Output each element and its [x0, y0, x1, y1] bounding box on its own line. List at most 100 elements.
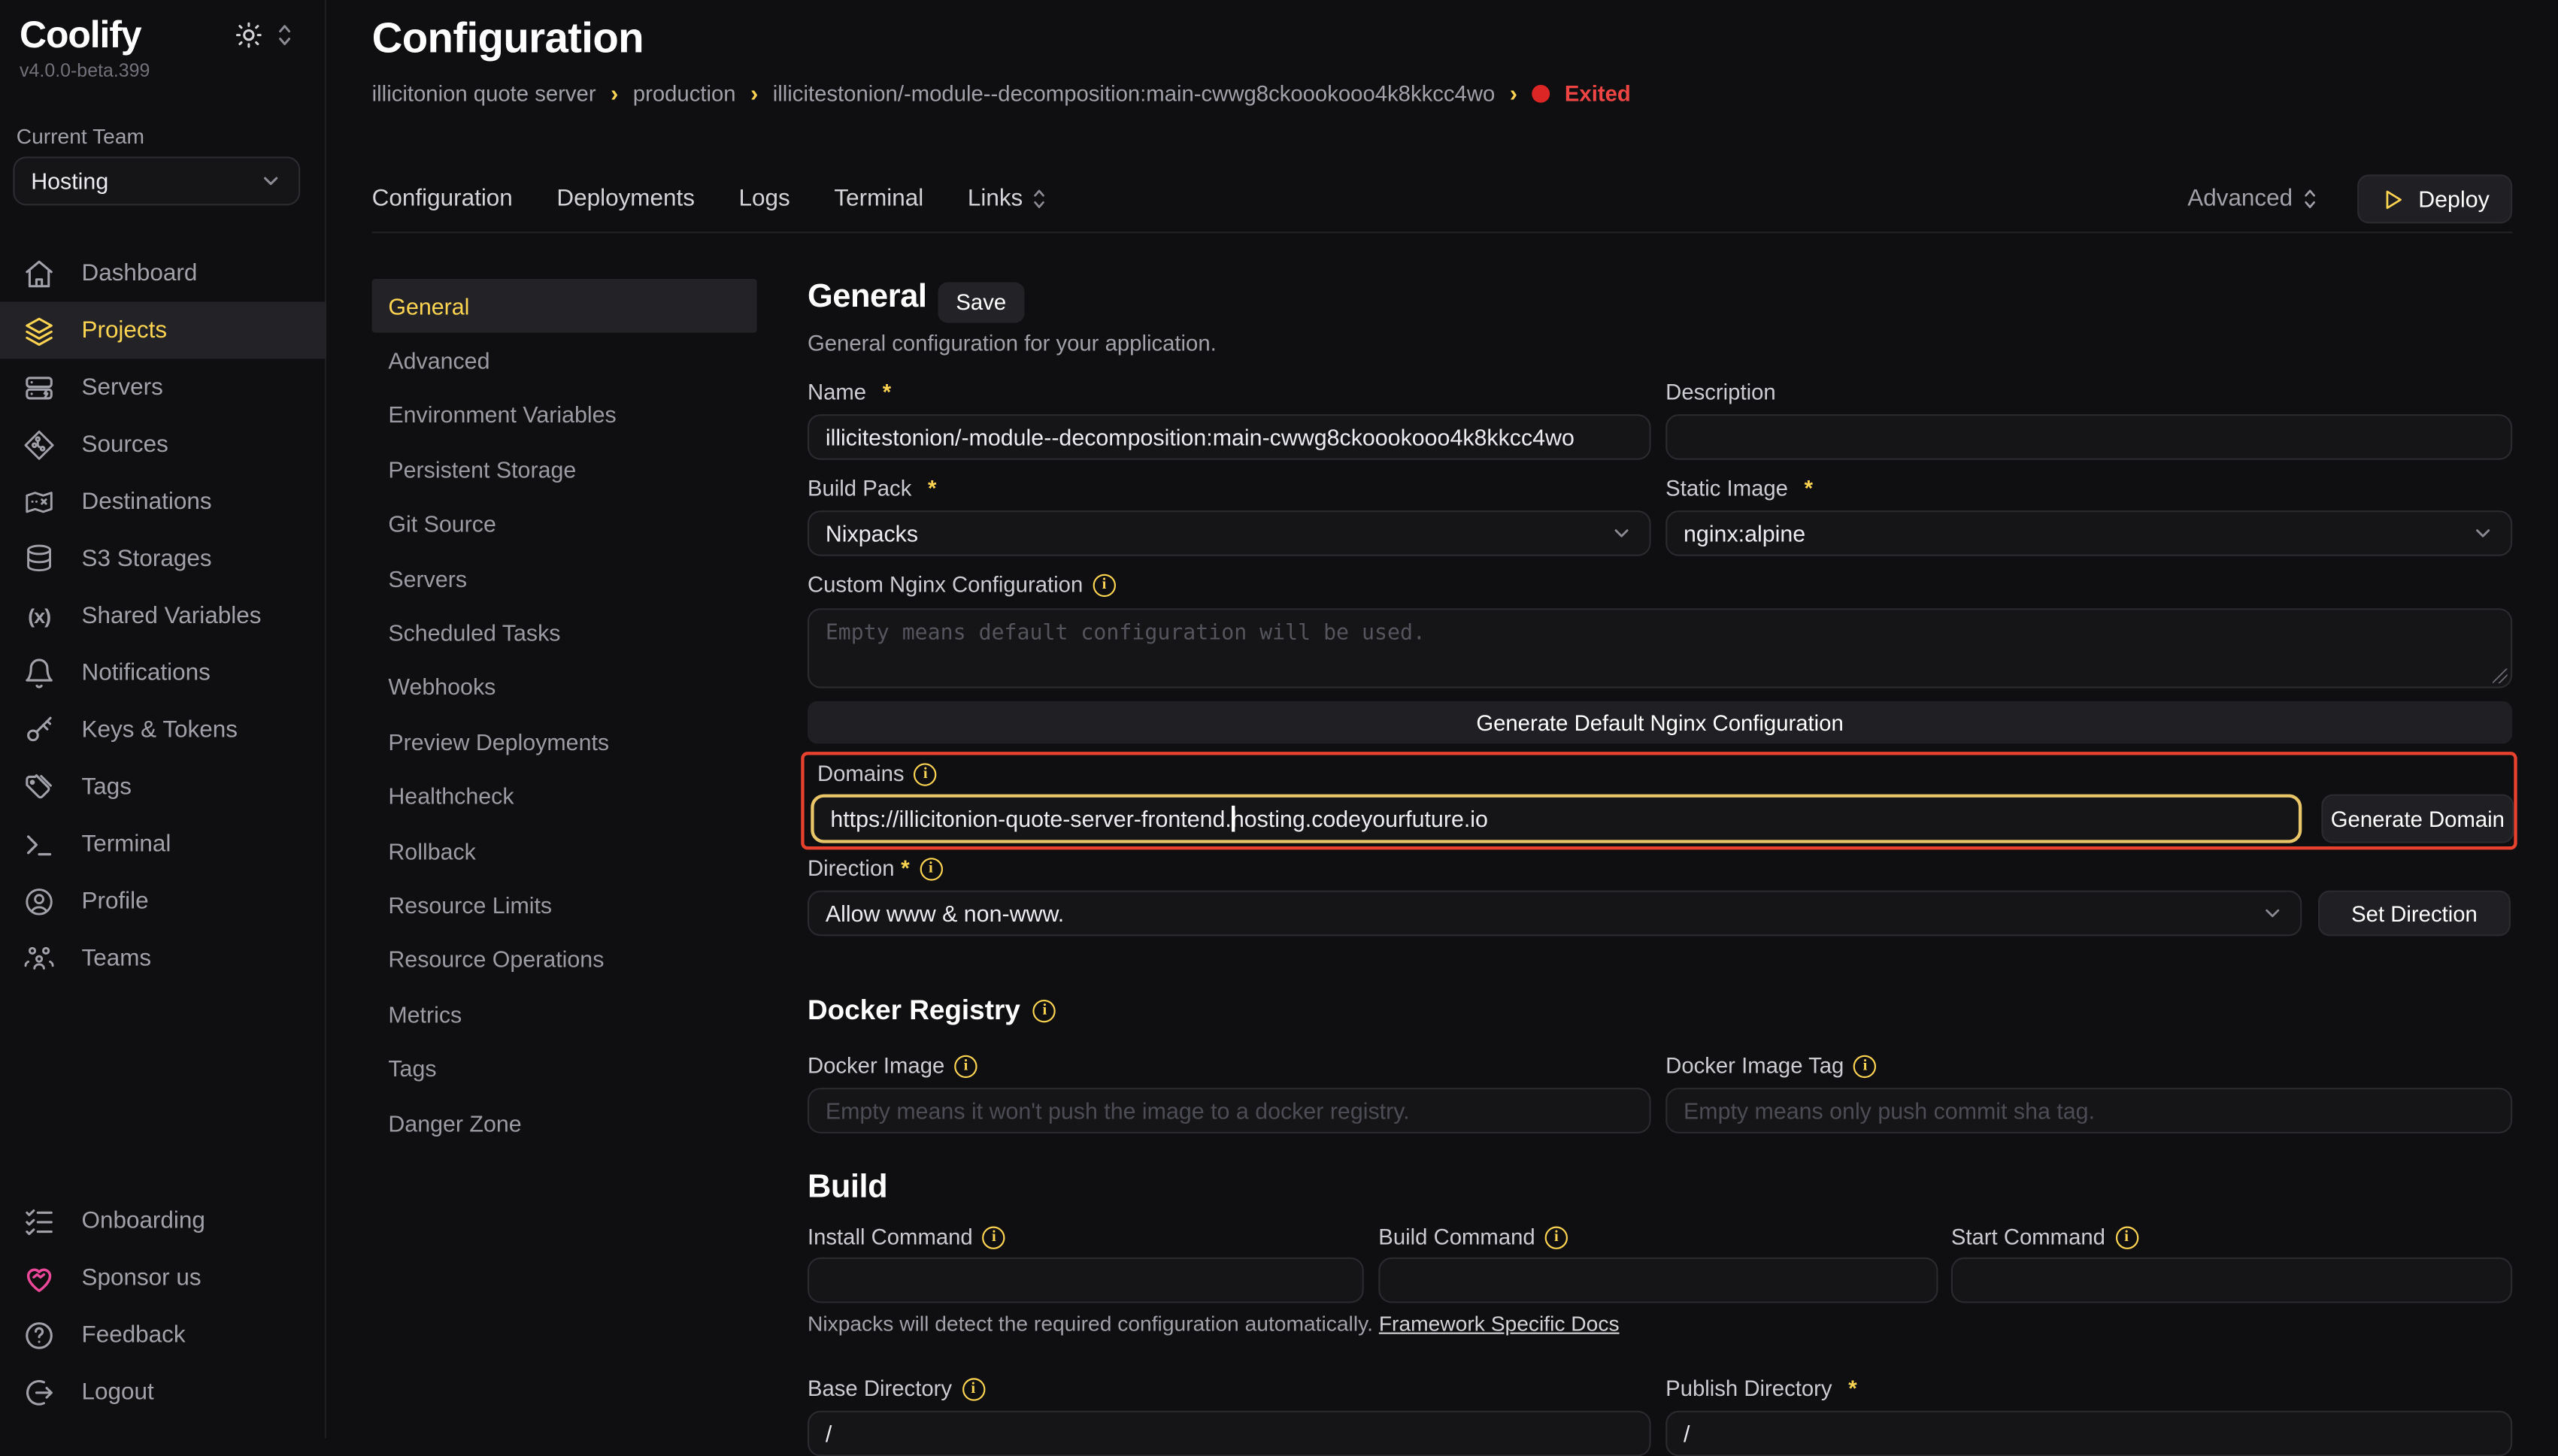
section-subtitle: General configuration for your applicati…	[808, 331, 1217, 356]
git-source-icon	[23, 428, 55, 461]
subnav-general[interactable]: General	[372, 279, 757, 333]
direction-select[interactable]: Allow www & non-www.	[808, 891, 2302, 937]
tab-terminal[interactable]: Terminal	[834, 186, 923, 212]
subnav-advanced[interactable]: Advanced	[372, 333, 757, 387]
sun-icon[interactable]	[235, 21, 262, 49]
sidebar-item-onboarding[interactable]: Onboarding	[0, 1192, 326, 1249]
chevron-updown-icon	[2302, 188, 2319, 210]
info-icon[interactable]	[983, 1225, 1005, 1248]
sidebar-item-label: Keys & Tokens	[81, 717, 238, 743]
server-icon	[23, 371, 55, 404]
sidebar-item-tags[interactable]: Tags	[0, 758, 326, 816]
info-icon[interactable]	[954, 1055, 977, 1077]
info-icon[interactable]	[962, 1377, 984, 1400]
sidebar-item-sources[interactable]: Sources	[0, 416, 326, 473]
deploy-button[interactable]: Deploy	[2358, 174, 2512, 223]
breadcrumb-application[interactable]: illicitestonion/-module--decomposition:m…	[773, 80, 1496, 105]
sidebar-item-servers[interactable]: Servers	[0, 359, 326, 416]
subnav-metrics[interactable]: Metrics	[372, 987, 757, 1041]
docker-image-tag-input[interactable]	[1665, 1088, 2512, 1134]
base-directory-input[interactable]	[808, 1411, 1651, 1456]
sidebar-item-destinations[interactable]: Destinations	[0, 473, 326, 530]
info-icon[interactable]	[2115, 1225, 2138, 1248]
sidebar-item-shared-variables[interactable]: Shared Variables	[0, 587, 326, 644]
sidebar-item-label: Dashboard	[81, 260, 197, 286]
name-input[interactable]	[808, 414, 1651, 460]
nginx-config-label: Custom Nginx Configuration	[808, 573, 2512, 598]
help-circle-icon	[23, 1318, 55, 1351]
map-icon	[23, 485, 55, 517]
sidebar-item-teams[interactable]: Teams	[0, 930, 326, 987]
breadcrumb-environment[interactable]: production	[633, 80, 736, 105]
sidebar-item-label: Terminal	[81, 831, 171, 857]
set-direction-button[interactable]: Set Direction	[2318, 891, 2511, 937]
build-pack-select[interactable]: Nixpacks	[808, 510, 1651, 556]
sidebar-item-terminal[interactable]: Terminal	[0, 816, 326, 873]
text-cursor	[1232, 806, 1234, 832]
advanced-dropdown[interactable]: Advanced	[2187, 186, 2319, 212]
sidebar-item-notifications[interactable]: Notifications	[0, 644, 326, 701]
breadcrumb-separator	[611, 80, 618, 106]
sidebar-item-label: Sponsor us	[81, 1265, 201, 1291]
docker-image-input[interactable]	[808, 1088, 1651, 1134]
info-icon[interactable]	[1093, 574, 1115, 596]
generate-domain-button[interactable]: Generate Domain	[2321, 795, 2514, 843]
subnav-webhooks[interactable]: Webhooks	[372, 660, 757, 714]
build-heading: Build	[808, 1170, 887, 1207]
description-input[interactable]	[1665, 414, 2512, 460]
team-select[interactable]: Hosting	[13, 156, 300, 205]
info-icon[interactable]	[914, 762, 937, 785]
tab-logs[interactable]: Logs	[739, 186, 790, 212]
chevron-down-icon	[2472, 522, 2494, 544]
subnav-tags[interactable]: Tags	[372, 1041, 757, 1095]
sidebar-item-profile[interactable]: Profile	[0, 873, 326, 930]
info-icon[interactable]	[1853, 1055, 1876, 1077]
tab-deployments[interactable]: Deployments	[556, 186, 695, 212]
build-command-input[interactable]	[1378, 1258, 1938, 1303]
framework-docs-link[interactable]: Framework Specific Docs	[1379, 1311, 1620, 1336]
sidebar-item-s3-storages[interactable]: S3 Storages	[0, 530, 326, 587]
subnav-danger-zone[interactable]: Danger Zone	[372, 1096, 757, 1150]
subnav-persistent-storage[interactable]: Persistent Storage	[372, 442, 757, 496]
sidebar-item-label: Feedback	[81, 1321, 185, 1348]
sidebar-item-projects[interactable]: Projects	[0, 301, 326, 359]
tab-configuration[interactable]: Configuration	[372, 186, 513, 212]
domains-input[interactable]	[811, 795, 2302, 843]
info-icon[interactable]	[1545, 1225, 1568, 1248]
nginx-config-textarea[interactable]	[808, 608, 2512, 688]
info-icon[interactable]	[1033, 1000, 1056, 1022]
start-command-input[interactable]	[1951, 1258, 2512, 1303]
sidebar: Coolify v4.0.0-beta.399 Current Team Hos…	[0, 0, 326, 1439]
subnav-git-source[interactable]: Git Source	[372, 497, 757, 551]
sidebar-item-feedback[interactable]: Feedback	[0, 1306, 326, 1364]
subnav-environment-variables[interactable]: Environment Variables	[372, 388, 757, 442]
subnav-healthcheck[interactable]: Healthcheck	[372, 769, 757, 823]
static-image-select[interactable]: nginx:alpine	[1665, 510, 2512, 556]
publish-directory-input[interactable]	[1665, 1411, 2512, 1456]
header-divider	[372, 232, 2513, 233]
breadcrumb-project[interactable]: illicitonion quote server	[372, 80, 596, 105]
subnav-rollback[interactable]: Rollback	[372, 823, 757, 877]
subnav-scheduled-tasks[interactable]: Scheduled Tasks	[372, 606, 757, 660]
description-label: Description	[1665, 380, 2512, 405]
heart-icon	[23, 1261, 55, 1294]
info-icon[interactable]	[920, 857, 942, 879]
subnav-servers[interactable]: Servers	[372, 551, 757, 605]
theme-toggle[interactable]	[235, 21, 293, 49]
sidebar-item-sponsor[interactable]: Sponsor us	[0, 1249, 326, 1306]
docker-image-label: Docker Image	[808, 1054, 1651, 1079]
generate-nginx-button[interactable]: Generate Default Nginx Configuration	[808, 701, 2512, 743]
sidebar-item-keys-tokens[interactable]: Keys & Tokens	[0, 701, 326, 758]
save-button[interactable]: Save	[938, 282, 1025, 322]
static-image-value: nginx:alpine	[1684, 520, 1805, 546]
sidebar-item-logout[interactable]: Logout	[0, 1364, 326, 1421]
chevron-updown-icon[interactable]	[276, 23, 294, 47]
sidebar-item-dashboard[interactable]: Dashboard	[0, 244, 326, 301]
subnav-resource-limits[interactable]: Resource Limits	[372, 878, 757, 932]
tab-links[interactable]: Links	[968, 186, 1047, 212]
status-badge: Exited	[1565, 80, 1631, 105]
subnav-resource-operations[interactable]: Resource Operations	[372, 932, 757, 986]
resize-handle[interactable]	[2493, 669, 2508, 684]
install-command-input[interactable]	[808, 1258, 1364, 1303]
subnav-preview-deployments[interactable]: Preview Deployments	[372, 715, 757, 769]
